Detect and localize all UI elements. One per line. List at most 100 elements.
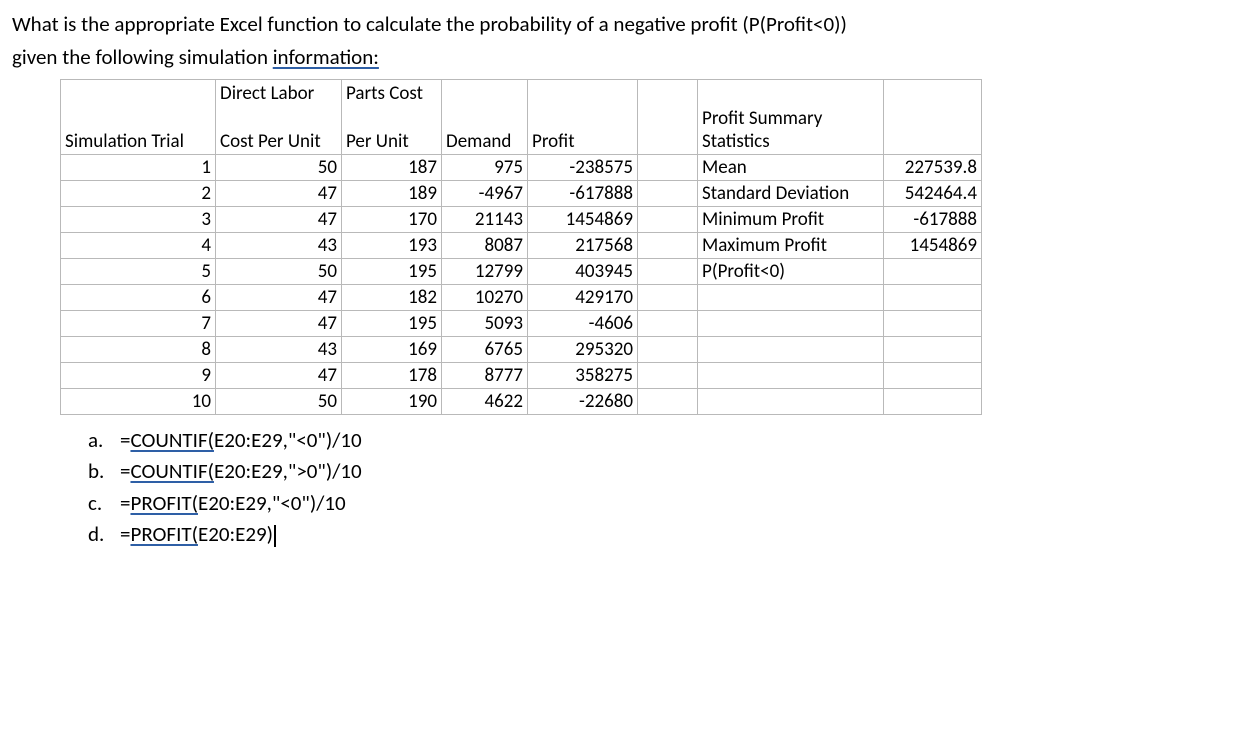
header-blank: [884, 80, 982, 106]
cell-profit: 1454869: [528, 206, 638, 232]
answer-label: c.: [88, 488, 120, 520]
cell-demand: 8777: [442, 362, 528, 388]
cell-direct-labor: 47: [216, 284, 342, 310]
cell-direct-labor: 43: [216, 336, 342, 362]
header-sim-trial: Simulation Trial: [61, 106, 216, 155]
cell-demand: 4622: [442, 388, 528, 414]
cell-stat-label: [698, 336, 884, 362]
cell-stat-label: Mean: [698, 154, 884, 180]
spacer-cell: [638, 80, 698, 106]
table-row: 150187975-238575Mean227539.8: [61, 154, 982, 180]
answer-text: =PROFIT(E20:E29,"<0")/10: [120, 488, 346, 520]
cell-stat-label: P(Profit<0): [698, 258, 884, 284]
spacer-cell: [638, 180, 698, 206]
cell-stat-label: Maximum Profit: [698, 232, 884, 258]
cell-stat-value: [884, 388, 982, 414]
cell-profit: -238575: [528, 154, 638, 180]
answer-label: b.: [88, 456, 120, 488]
answer-text: =PROFIT(E20:E29): [120, 519, 276, 551]
answer-label: a.: [88, 425, 120, 457]
header-parts-1: Parts Cost: [342, 80, 442, 106]
header-demand: Demand: [442, 106, 528, 155]
text-cursor-icon: [274, 525, 276, 547]
cell-stat-label: [698, 362, 884, 388]
spacer-cell: [638, 362, 698, 388]
cell-profit: 217568: [528, 232, 638, 258]
cell-demand: 12799: [442, 258, 528, 284]
cell-demand: 5093: [442, 310, 528, 336]
cell-profit: 403945: [528, 258, 638, 284]
spacer-cell: [638, 388, 698, 414]
table-row: 64718210270429170: [61, 284, 982, 310]
table-header-row2: Simulation Trial Cost Per Unit Per Unit …: [61, 106, 982, 155]
cell-direct-labor: 47: [216, 180, 342, 206]
cell-demand: 21143: [442, 206, 528, 232]
cell-parts-cost: 178: [342, 362, 442, 388]
answer-d: d. =PROFIT(E20:E29): [88, 519, 1245, 551]
table-row: 347170211431454869 Minimum Profit-617888: [61, 206, 982, 232]
cell-parts-cost: 193: [342, 232, 442, 258]
cell-stat-value: 227539.8: [884, 154, 982, 180]
cell-direct-labor: 47: [216, 206, 342, 232]
cell-parts-cost: 187: [342, 154, 442, 180]
cell-parts-cost: 189: [342, 180, 442, 206]
cell-demand: -4967: [442, 180, 528, 206]
cell-trial: 7: [61, 310, 216, 336]
cell-stat-value: [884, 310, 982, 336]
cell-stat-label: [698, 310, 884, 336]
header-parts-2: Per Unit: [342, 106, 442, 155]
cell-trial: 3: [61, 206, 216, 232]
cell-profit: -617888: [528, 180, 638, 206]
spacer-cell: [638, 258, 698, 284]
cell-parts-cost: 195: [342, 258, 442, 284]
cell-stat-label: Minimum Profit: [698, 206, 884, 232]
header-blank: [442, 80, 528, 106]
cell-trial: 2: [61, 180, 216, 206]
simulation-table: Direct Labor Parts Cost Simulation Trial…: [60, 79, 982, 415]
spacer-cell: [638, 232, 698, 258]
cell-direct-labor: 50: [216, 388, 342, 414]
cell-stat-value: [884, 362, 982, 388]
cell-demand: 10270: [442, 284, 528, 310]
cell-parts-cost: 169: [342, 336, 442, 362]
answer-a: a. =COUNTIF(E20:E29,"<0")/10: [88, 425, 1245, 457]
cell-parts-cost: 170: [342, 206, 442, 232]
cell-parts-cost: 195: [342, 310, 442, 336]
cell-parts-cost: 182: [342, 284, 442, 310]
header-stats-title: Profit Summary Statistics: [698, 106, 884, 155]
question-text: What is the appropriate Excel function t…: [12, 8, 1245, 73]
header-profit: Profit: [528, 106, 638, 155]
cell-stat-value: -617888: [884, 206, 982, 232]
spacer-cell: [638, 106, 698, 155]
cell-demand: 8087: [442, 232, 528, 258]
cell-direct-labor: 47: [216, 310, 342, 336]
cell-trial: 4: [61, 232, 216, 258]
cell-profit: 358275: [528, 362, 638, 388]
answer-text: =COUNTIF(E20:E29,"<0")/10: [120, 425, 362, 457]
answer-c: c. =PROFIT(E20:E29,"<0")/10: [88, 488, 1245, 520]
question-line2a: given the following simulation: [12, 44, 273, 70]
question-line2-underline: information:: [273, 44, 379, 70]
spacer-cell: [638, 284, 698, 310]
cell-stat-value: [884, 258, 982, 284]
spacer-cell: [638, 310, 698, 336]
table-row: 247189-4967-617888Standard Deviation5424…: [61, 180, 982, 206]
cell-demand: 6765: [442, 336, 528, 362]
cell-trial: 6: [61, 284, 216, 310]
header-direct-labor-2: Cost Per Unit: [216, 106, 342, 155]
cell-stat-value: [884, 336, 982, 362]
answer-b: b. =COUNTIF(E20:E29,">0")/10: [88, 456, 1245, 488]
spacer-cell: [638, 206, 698, 232]
cell-profit: -22680: [528, 388, 638, 414]
cell-direct-labor: 47: [216, 362, 342, 388]
cell-stat-label: [698, 284, 884, 310]
table-row: 55019512799403945P(Profit<0): [61, 258, 982, 284]
cell-direct-labor: 50: [216, 154, 342, 180]
cell-stat-value: 1454869: [884, 232, 982, 258]
header-blank: [61, 80, 216, 106]
cell-stat-value: 542464.4: [884, 180, 982, 206]
cell-trial: 5: [61, 258, 216, 284]
header-blank: [884, 106, 982, 155]
header-direct-labor-1: Direct Labor: [216, 80, 342, 106]
answer-text: =COUNTIF(E20:E29,">0")/10: [120, 456, 362, 488]
